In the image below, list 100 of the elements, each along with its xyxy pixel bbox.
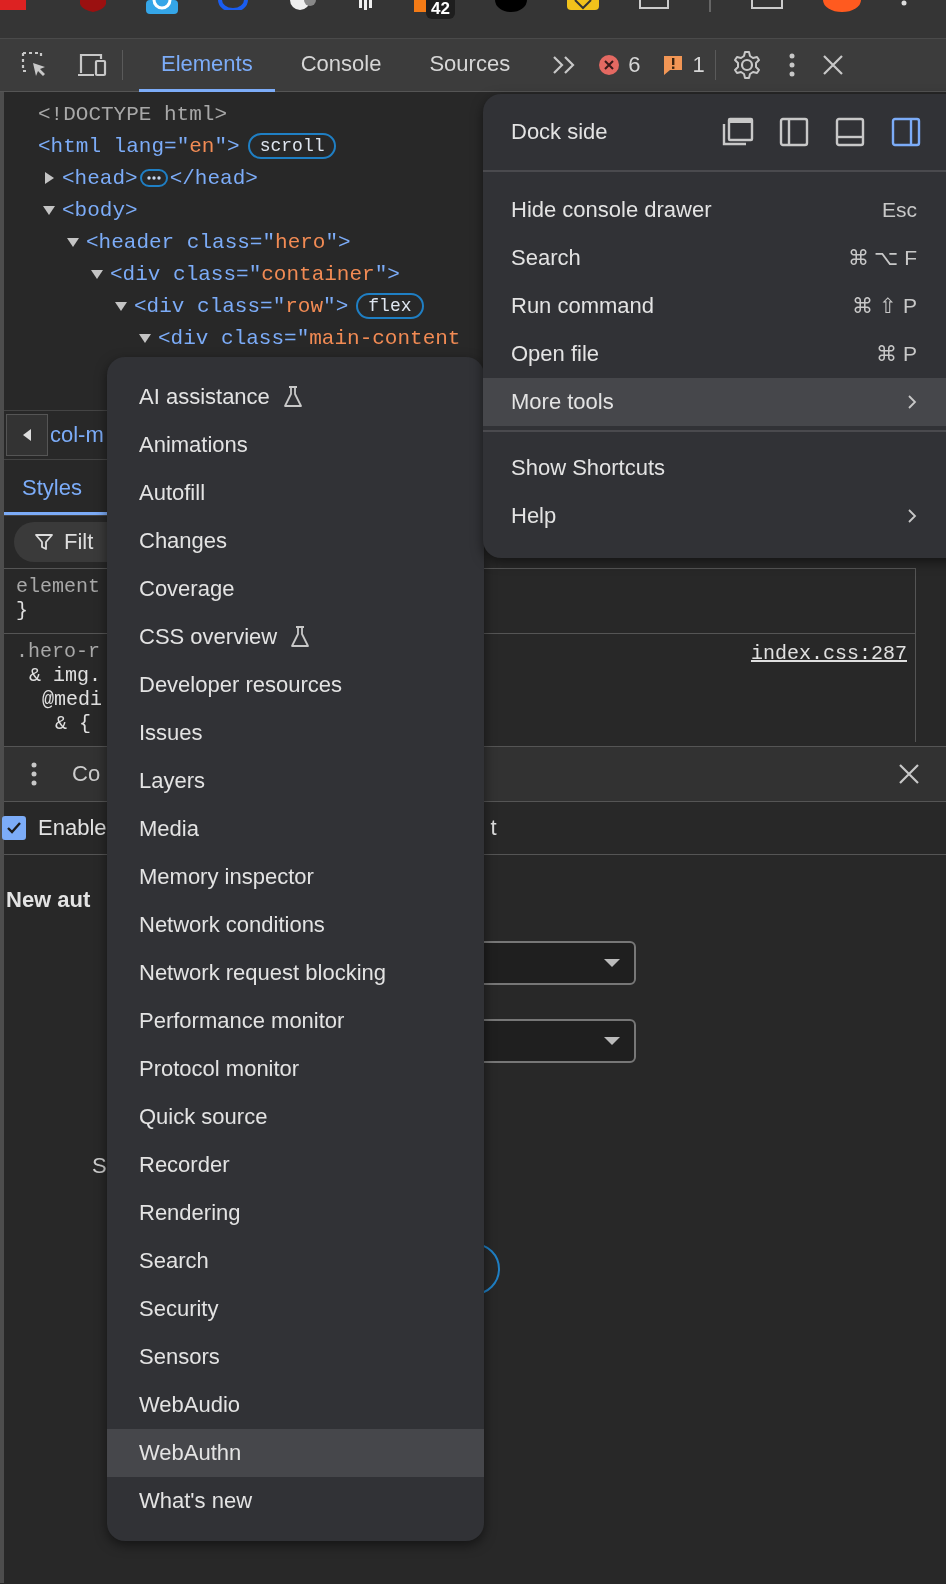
- error-icon: [598, 54, 621, 76]
- tag-text: ">: [323, 294, 349, 318]
- menu-item-label: AI assistance: [139, 384, 270, 410]
- menu-item-label: Issues: [139, 720, 203, 746]
- tag-text: class=": [196, 294, 286, 318]
- menu-item[interactable]: Performance monitor: [107, 997, 484, 1045]
- shortcut-text: Esc: [882, 198, 917, 222]
- menu-item-label: Sensors: [139, 1344, 220, 1370]
- panel-tab[interactable]: Elements: [139, 38, 275, 92]
- menu-item[interactable]: Search: [107, 1237, 484, 1285]
- more-icon[interactable]: [900, 0, 907, 8]
- menu-item[interactable]: Issues: [107, 709, 484, 757]
- layout-badge[interactable]: scroll: [247, 133, 337, 159]
- ellipsis-badge[interactable]: [139, 168, 168, 188]
- device-toolbar-icon[interactable]: [76, 51, 108, 79]
- menu-item[interactable]: Show Shortcuts: [483, 444, 946, 492]
- tag-text: <div: [134, 294, 185, 318]
- menu-item[interactable]: Protocol monitor: [107, 1045, 484, 1093]
- window-icon[interactable]: [750, 0, 783, 10]
- menu-item-label: Hide console drawer: [511, 197, 712, 223]
- panel-tab[interactable]: Console: [278, 38, 404, 92]
- app-icon[interactable]: [566, 0, 599, 10]
- count-badge: 42: [426, 0, 455, 19]
- right-dock-icon[interactable]: [889, 116, 923, 148]
- expanded-triangle-icon[interactable]: [66, 235, 80, 249]
- undock-dock-icon[interactable]: [721, 116, 755, 148]
- menu-item-label: Performance monitor: [139, 1008, 345, 1034]
- menu-item-label: Open file: [511, 341, 600, 367]
- menu-item[interactable]: Layers: [107, 757, 484, 805]
- menu-item[interactable]: Developer resources: [107, 661, 484, 709]
- menu-item[interactable]: WebAuthn: [107, 1429, 484, 1477]
- window-icon[interactable]: [638, 0, 669, 10]
- menu-item[interactable]: What's new: [107, 1477, 484, 1525]
- app-icon[interactable]: [146, 0, 178, 14]
- scroll-left-button[interactable]: [6, 414, 48, 456]
- expanded-triangle-icon[interactable]: [90, 267, 104, 281]
- collapsed-triangle-icon[interactable]: [42, 171, 56, 185]
- breadcrumb-item[interactable]: col-m: [50, 422, 104, 448]
- triangle-left-icon: [22, 429, 32, 441]
- error-count[interactable]: 6: [628, 52, 641, 78]
- settings-icon[interactable]: [731, 50, 762, 80]
- menu-item[interactable]: Run command ⌘ ⇧ P: [483, 282, 946, 330]
- field-label: S: [92, 1153, 107, 1179]
- menu-item[interactable]: More tools: [483, 378, 946, 426]
- menu-item-label: CSS overview: [139, 624, 278, 650]
- drawer-tab[interactable]: Co: [72, 761, 101, 787]
- menu-label: Dock side: [511, 119, 608, 145]
- layout-badge[interactable]: flex: [356, 293, 424, 319]
- menu-item-label: Quick source: [139, 1104, 268, 1130]
- attribute-value: hero: [275, 230, 326, 254]
- bottom-dock-icon[interactable]: [833, 116, 867, 148]
- tag-text: </head>: [169, 166, 258, 190]
- warning-count[interactable]: 1: [692, 52, 705, 78]
- menu-item[interactable]: Sensors: [107, 1333, 484, 1381]
- source-link[interactable]: index.css:287: [750, 642, 907, 665]
- menu-item-label: WebAudio: [139, 1392, 241, 1418]
- tag-text: class=": [172, 262, 262, 286]
- menu-item[interactable]: Hide console drawer Esc: [483, 186, 946, 234]
- menu-item-label: Layers: [139, 768, 206, 794]
- tag-text: ">: [325, 230, 351, 254]
- left-dock-icon[interactable]: [777, 116, 811, 148]
- menu-item[interactable]: Security: [107, 1285, 484, 1333]
- menu-item[interactable]: Open file ⌘ P: [483, 330, 946, 378]
- css-code: }: [15, 599, 28, 623]
- menu-item[interactable]: Media: [107, 805, 484, 853]
- checkbox[interactable]: [2, 816, 26, 840]
- menu-item[interactable]: CSS overview: [107, 613, 484, 661]
- expanded-triangle-icon[interactable]: [138, 331, 152, 345]
- css-code: & img.: [28, 664, 101, 688]
- menu-item[interactable]: AI assistance: [107, 373, 484, 421]
- menu-item-label: Run command: [511, 293, 655, 319]
- bars-icon[interactable]: [358, 0, 374, 10]
- menu-item[interactable]: WebAudio: [107, 1381, 484, 1429]
- menu-item[interactable]: Memory inspector: [107, 853, 484, 901]
- menu-item-label: Help: [511, 503, 557, 529]
- panel-tab[interactable]: Sources: [407, 38, 533, 92]
- avatar-icon[interactable]: [822, 0, 861, 12]
- menu-item[interactable]: Quick source: [107, 1093, 484, 1141]
- menu-item[interactable]: Help: [483, 492, 946, 540]
- menu-item[interactable]: Search ⌘ ⌥ F: [483, 234, 946, 282]
- menu-item[interactable]: Network request blocking: [107, 949, 484, 997]
- kebab-menu-icon[interactable]: [787, 52, 796, 78]
- css-code: element: [15, 575, 100, 599]
- menu-item[interactable]: Coverage: [107, 565, 484, 613]
- expanded-triangle-icon[interactable]: [114, 299, 128, 313]
- close-icon[interactable]: [821, 54, 844, 76]
- menu-item[interactable]: Recorder: [107, 1141, 484, 1189]
- warning-icon: [662, 54, 685, 76]
- close-icon[interactable]: [898, 763, 920, 785]
- menu-item[interactable]: Rendering: [107, 1189, 484, 1237]
- attribute-value: container: [261, 262, 375, 286]
- menu-item-label: Autofill: [139, 480, 206, 506]
- css-code: .hero-r: [15, 640, 100, 664]
- expanded-triangle-icon[interactable]: [42, 203, 56, 217]
- label-text: t: [490, 815, 497, 841]
- kebab-menu-icon[interactable]: [30, 761, 38, 787]
- menu-item-label: Rendering: [139, 1200, 241, 1226]
- menu-item-label: Media: [139, 816, 199, 842]
- checkbox-label: Enable: [38, 815, 107, 841]
- menu-item[interactable]: Network conditions: [107, 901, 484, 949]
